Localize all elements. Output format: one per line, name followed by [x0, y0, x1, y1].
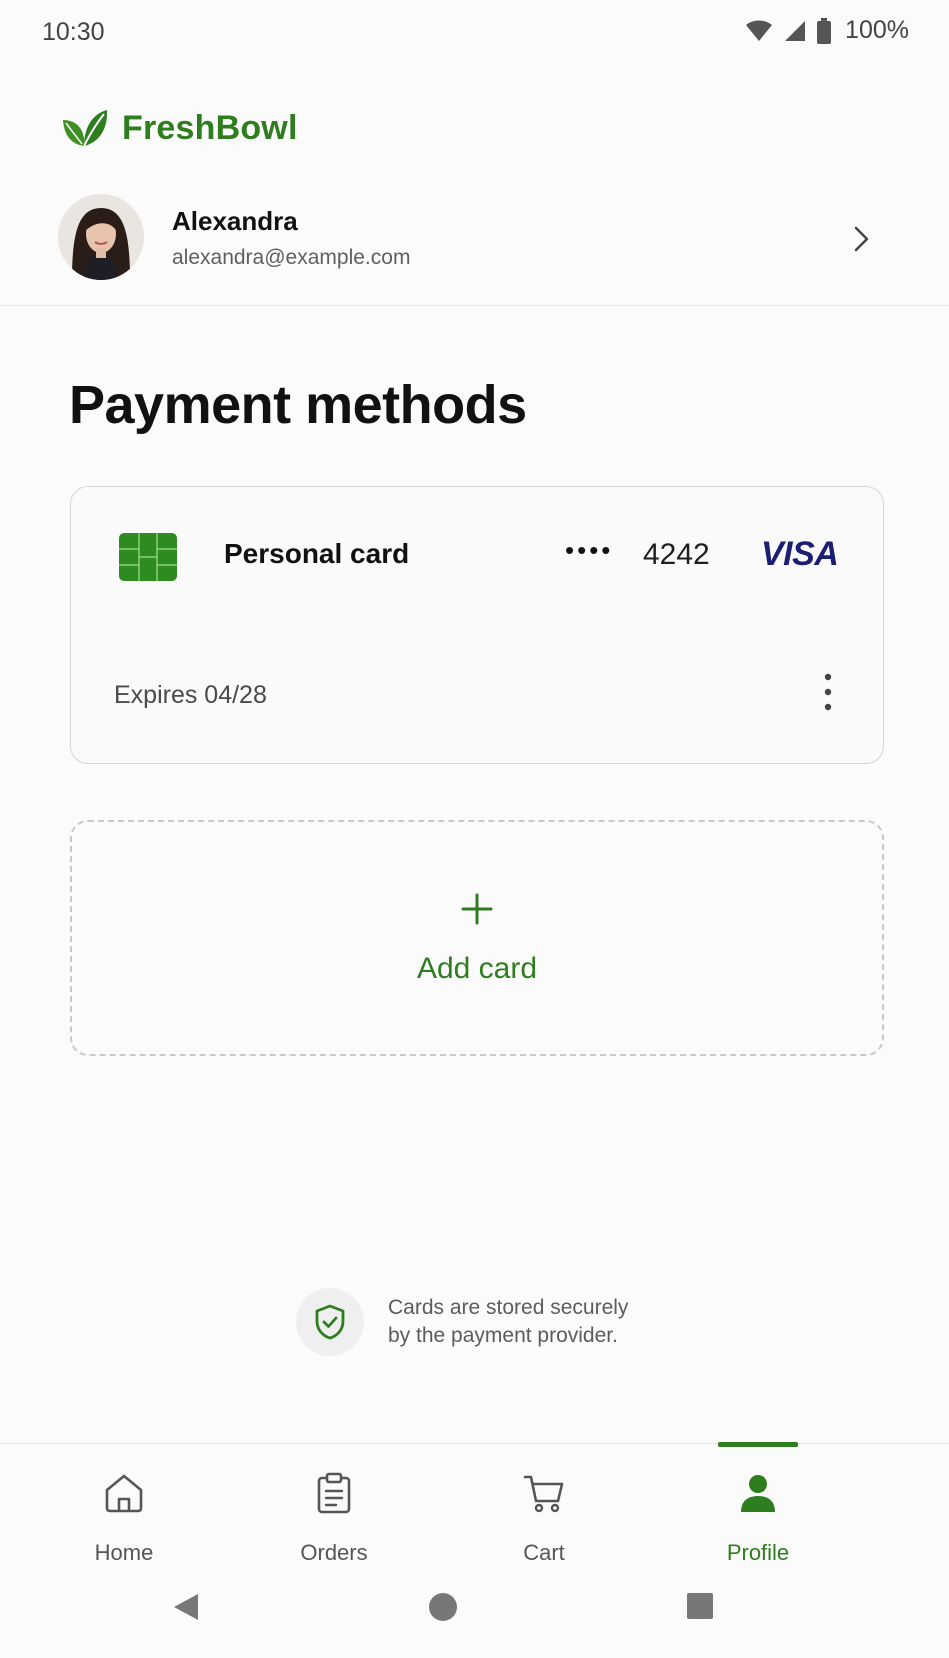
add-card-button[interactable]: Add card — [70, 820, 884, 1056]
battery-percent: 100% — [845, 16, 909, 44]
card-last4: 4242 — [643, 538, 710, 571]
clipboard-icon — [317, 1472, 351, 1514]
nav-orders[interactable]: Orders — [254, 1444, 414, 1572]
card-masked-digits: •••• — [565, 535, 614, 565]
nav-profile[interactable]: Profile — [678, 1442, 838, 1572]
wifi-icon — [746, 20, 773, 41]
nav-active-indicator — [718, 1442, 798, 1447]
screen: 10:30 100% FreshBowl Alexandra alexandra… — [0, 0, 949, 1658]
status-icons: 100% — [745, 16, 909, 45]
secure-text-line2: by the payment provider. — [388, 1324, 618, 1347]
card-expiry: Expires 04/28 — [114, 681, 267, 709]
chevron-right-icon — [854, 226, 869, 252]
battery-icon — [817, 17, 832, 44]
secure-text: Cards are stored securely by the payment… — [388, 1294, 628, 1350]
nav-label-home: Home — [94, 1540, 154, 1565]
payment-card[interactable]: Personal card •••• 4242 VISA Expires 04/… — [70, 486, 884, 764]
nav-label-cart: Cart — [523, 1540, 565, 1565]
profile-email: alexandra@example.com — [172, 246, 411, 269]
profile-name: Alexandra — [172, 206, 298, 236]
home-circle-icon[interactable] — [428, 1592, 458, 1622]
status-bar: 10:30 100% — [0, 0, 949, 70]
avatar — [58, 194, 144, 280]
nav-cart[interactable]: Cart — [464, 1444, 624, 1572]
plus-icon — [461, 893, 493, 925]
more-vertical-icon — [824, 673, 832, 711]
back-icon[interactable] — [172, 1592, 200, 1622]
nav-label-profile: Profile — [726, 1540, 790, 1565]
system-nav-bar — [0, 1578, 949, 1658]
signal-icon — [785, 20, 806, 41]
home-icon — [105, 1474, 143, 1513]
card-label: Personal card — [224, 538, 410, 569]
page-title: Payment methods — [69, 375, 527, 435]
status-time: 10:30 — [42, 18, 105, 46]
person-icon — [741, 1475, 775, 1512]
card-more-menu-button[interactable] — [807, 667, 849, 717]
secure-note: Cards are stored securely by the payment… — [296, 1288, 628, 1356]
shield-badge — [296, 1288, 364, 1356]
bottom-nav: Home Orders Cart Profile — [0, 1442, 949, 1572]
cart-icon — [523, 1475, 564, 1513]
brand-name: FreshBowl — [122, 108, 298, 147]
shield-check-icon — [315, 1304, 345, 1340]
add-card-label: Add card — [416, 952, 538, 985]
nav-label-orders: Orders — [300, 1540, 368, 1565]
nav-home[interactable]: Home — [44, 1444, 204, 1572]
card-chip-icon — [119, 533, 177, 581]
recents-icon[interactable] — [686, 1592, 714, 1620]
visa-logo: VISA — [761, 535, 839, 573]
secure-text-line1: Cards are stored securely — [388, 1296, 629, 1319]
brand-logo: FreshBowl — [62, 108, 298, 148]
leaf-icon — [63, 110, 108, 147]
profile-row[interactable]: Alexandra alexandra@example.com — [0, 190, 949, 306]
